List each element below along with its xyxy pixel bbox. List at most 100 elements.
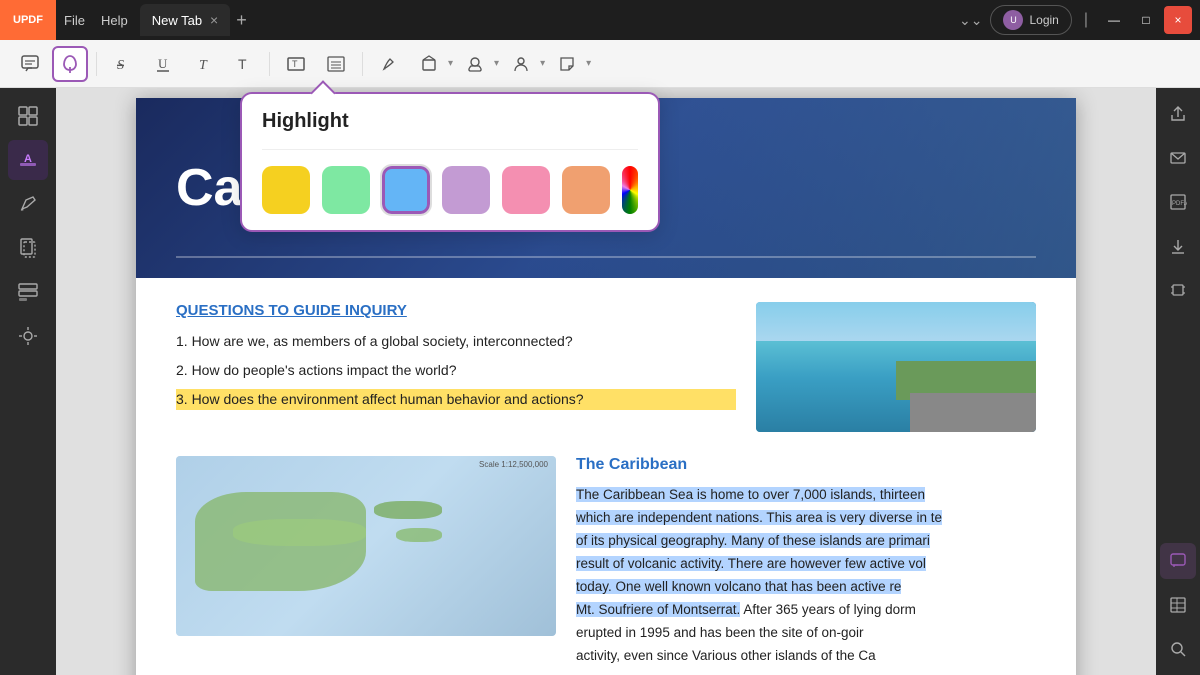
- color-swatches: [262, 166, 638, 214]
- caribbean-para-7: After 365 years of lying dorm: [743, 602, 916, 617]
- maximize-button[interactable]: □: [1132, 6, 1160, 34]
- tool-strikethrough[interactable]: S: [105, 46, 141, 82]
- right-icon-ocr[interactable]: [1160, 272, 1196, 308]
- svg-text:T: T: [238, 56, 247, 72]
- login-button[interactable]: U Login: [990, 5, 1071, 35]
- map-island2: [396, 528, 442, 542]
- tool-sticker-group: ▾: [549, 46, 591, 82]
- minimize-button[interactable]: —: [1100, 6, 1128, 34]
- menu-file[interactable]: File: [64, 13, 85, 28]
- tool-shape-arrow[interactable]: ▾: [448, 58, 453, 69]
- tool-shape[interactable]: [411, 46, 447, 82]
- swatch-rainbow[interactable]: [622, 166, 638, 214]
- map-scale-text: Scale 1:12,500,000: [479, 460, 548, 469]
- sidebar-icon-pages[interactable]: [8, 228, 48, 268]
- right-icon-pdfa[interactable]: PDF/A: [1160, 184, 1196, 220]
- right-icon-share[interactable]: [1160, 96, 1196, 132]
- caribbean-para-1: The Caribbean Sea is home to over 7,000 …: [576, 487, 925, 502]
- caribbean-section: Scale 1:12,500,000 The Caribbean The Car…: [176, 456, 1036, 668]
- swatch-green[interactable]: [322, 166, 370, 214]
- swatch-blue[interactable]: [382, 166, 430, 214]
- caribbean-heading: The Caribbean: [576, 456, 1036, 474]
- user-avatar: U: [1003, 10, 1023, 30]
- right-icon-table[interactable]: [1160, 587, 1196, 623]
- inquiry-item-2: 2. How do people's actions impact the wo…: [176, 360, 736, 381]
- svg-text:T: T: [199, 58, 208, 73]
- sidebar-icon-organize[interactable]: [8, 272, 48, 312]
- pdf-body: QUESTIONS TO GUIDE INQUIRY 1. How are we…: [136, 278, 1076, 675]
- tool-highlight[interactable]: [52, 46, 88, 82]
- caribbean-body: The Caribbean Sea is home to over 7,000 …: [576, 484, 1036, 668]
- tab-add-button[interactable]: +: [236, 10, 247, 31]
- app-logo: UPDF: [0, 0, 56, 40]
- svg-text:A: A: [24, 153, 32, 165]
- tool-user-group: ▾: [503, 46, 545, 82]
- beach-rocks: [910, 393, 1036, 432]
- tool-text-plain[interactable]: T: [225, 46, 261, 82]
- right-icon-email[interactable]: [1160, 140, 1196, 176]
- tab-label: New Tab: [152, 13, 202, 28]
- right-icon-search[interactable]: [1160, 631, 1196, 667]
- svg-text:T: T: [292, 59, 298, 69]
- inquiry-image: [756, 302, 1036, 432]
- caribbean-para-8: erupted in 1995 and has been the site of…: [576, 625, 863, 640]
- map-island1: [374, 501, 442, 519]
- close-button[interactable]: ×: [1164, 6, 1192, 34]
- right-icon-download[interactable]: [1160, 228, 1196, 264]
- toolbar: S U T T T ▾ ▾ ▾ ▾: [0, 40, 1200, 88]
- sidebar-icon-edit[interactable]: [8, 184, 48, 224]
- tool-shape-group: ▾: [411, 46, 453, 82]
- menu-bar: File Help: [56, 13, 136, 28]
- swatch-purple[interactable]: [442, 166, 490, 214]
- window-controls: — □ ×: [1100, 6, 1192, 34]
- tool-sticker[interactable]: [549, 46, 585, 82]
- caribbean-para-6: Mt. Soufriere of Montserrat.: [576, 602, 740, 617]
- tool-user[interactable]: [503, 46, 539, 82]
- caribbean-para-3: of its physical geography. Many of these…: [576, 533, 930, 548]
- svg-text:S: S: [117, 58, 124, 73]
- toolbar-divider-1: [96, 52, 97, 76]
- highlight-popup: Highlight: [240, 92, 660, 232]
- tool-sticker-arrow[interactable]: ▾: [586, 58, 591, 69]
- map-land-cuba: [233, 519, 366, 546]
- inquiry-section: QUESTIONS TO GUIDE INQUIRY 1. How are we…: [176, 302, 1036, 432]
- inquiry-text: QUESTIONS TO GUIDE INQUIRY 1. How are we…: [176, 302, 736, 418]
- tool-pen[interactable]: [371, 46, 407, 82]
- caribbean-para-9: activity, even since Various other islan…: [576, 648, 876, 663]
- swatch-orange[interactable]: [562, 166, 610, 214]
- title-bar: UPDF File Help New Tab × + ⌄⌄ U Login | …: [0, 0, 1200, 40]
- separator: |: [1084, 11, 1088, 29]
- tab-close-button[interactable]: ×: [210, 12, 218, 28]
- tool-stamp-arrow[interactable]: ▾: [494, 58, 499, 69]
- tool-list[interactable]: [318, 46, 354, 82]
- left-sidebar: A: [0, 88, 56, 675]
- highlight-popup-title: Highlight: [262, 110, 638, 133]
- right-icon-chat[interactable]: [1160, 543, 1196, 579]
- tab-bar: New Tab × +: [136, 4, 959, 36]
- swatch-yellow[interactable]: [262, 166, 310, 214]
- login-label: Login: [1029, 13, 1058, 27]
- sidebar-icon-view[interactable]: [8, 96, 48, 136]
- svg-text:PDF/A: PDF/A: [1172, 201, 1187, 207]
- tab-new-tab[interactable]: New Tab ×: [140, 4, 231, 36]
- svg-text:U: U: [158, 56, 168, 71]
- pdf-header-line: [176, 256, 1036, 258]
- sidebar-icon-tools[interactable]: [8, 316, 48, 356]
- color-divider: [262, 149, 638, 150]
- expand-icon[interactable]: ⌄⌄: [959, 12, 982, 29]
- right-sidebar: PDF/A: [1156, 88, 1200, 675]
- sidebar-icon-highlight[interactable]: A: [8, 140, 48, 180]
- tool-comment[interactable]: [12, 46, 48, 82]
- swatch-pink[interactable]: [502, 166, 550, 214]
- tool-stamp[interactable]: [457, 46, 493, 82]
- inquiry-item-3: 3. How does the environment affect human…: [176, 389, 736, 410]
- toolbar-divider-3: [362, 52, 363, 76]
- caribbean-para-2: which are independent nations. This area…: [576, 510, 942, 525]
- tool-user-arrow[interactable]: ▾: [540, 58, 545, 69]
- inquiry-item-1: 1. How are we, as members of a global so…: [176, 331, 736, 352]
- map-image: Scale 1:12,500,000: [176, 456, 556, 636]
- tool-textbox[interactable]: T: [278, 46, 314, 82]
- menu-help[interactable]: Help: [101, 13, 128, 28]
- tool-text-italic[interactable]: T: [185, 46, 221, 82]
- tool-underline[interactable]: U: [145, 46, 181, 82]
